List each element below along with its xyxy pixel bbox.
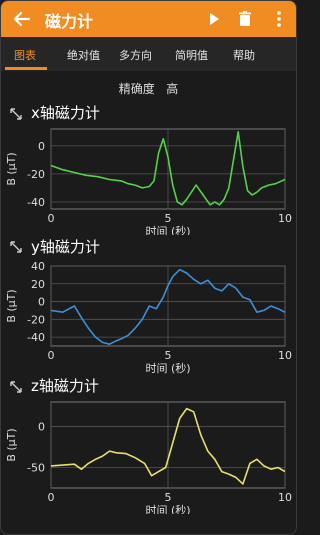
y-tick-label: 20: [31, 278, 45, 291]
x-axis-label: 时间 (秒): [145, 361, 190, 374]
chart-title-x: x轴磁力计: [31, 104, 100, 122]
tab-help[interactable]: 帮助: [233, 47, 255, 63]
y-tick-label: -20: [27, 168, 45, 181]
y-tick-label: 40: [31, 260, 45, 273]
expand-icon[interactable]: [9, 107, 23, 121]
x-axis-label: 时间 (秒): [145, 224, 190, 235]
trash-icon[interactable]: [235, 9, 255, 29]
chart-y: 40200-20-400 5 10时间 (秒)B (μT): [5, 260, 292, 374]
y-axis-label: B (μT): [5, 428, 18, 461]
app-frame: 磁力计 图表 绝对值 多方向 简明值 帮助 精确度 高 x轴磁力计 0 -20 -4…: [0, 0, 297, 535]
x-tick-label: 10: [278, 349, 292, 362]
tab-multi-direction[interactable]: 多方向: [119, 47, 152, 63]
chart-title-z: z轴磁力计: [31, 377, 99, 395]
y-tick-label: -20: [27, 313, 45, 326]
x-tick-label: 5: [165, 212, 172, 225]
y-axis-label: B (μT): [5, 289, 18, 322]
x-tick-label: 10: [278, 491, 292, 504]
app-title: 磁力计: [45, 12, 94, 31]
expand-icon[interactable]: [9, 240, 23, 254]
chart-z: 0 -50 0 5 10 时间 (秒) B (μT): [5, 401, 292, 514]
tab-simple-value[interactable]: 简明值: [175, 47, 208, 63]
y-tick-label: -40: [27, 331, 45, 344]
tab-bar: 图表 绝对值 多方向 简明值 帮助: [1, 37, 296, 71]
x-tick-label: 10: [278, 212, 292, 225]
x-tick-label: 5: [165, 491, 172, 504]
chart-x: 0-20-400 5 10时间 (秒)B (μT): [5, 128, 292, 235]
precision-label: 精确度: [118, 82, 155, 96]
x-tick-label: 5: [165, 349, 172, 362]
app-bar: 磁力计: [1, 1, 296, 37]
y-tick-label: 0: [38, 140, 45, 153]
y-tick-label: 0: [38, 296, 45, 309]
x-tick-label: 0: [48, 212, 55, 225]
precision-value: 高: [166, 82, 179, 96]
y-tick-label: 0: [38, 421, 45, 434]
y-tick-label: -50: [27, 462, 45, 475]
expand-icon[interactable]: [9, 380, 23, 394]
play-icon[interactable]: [204, 9, 224, 29]
chart-title-y: y轴磁力计: [31, 238, 100, 256]
x-tick-label: 0: [48, 491, 55, 504]
more-vert-icon[interactable]: [269, 9, 289, 29]
back-arrow-icon[interactable]: [11, 8, 33, 30]
precision-row: 精确度 高: [1, 80, 296, 97]
active-tab-indicator: [5, 67, 47, 70]
x-tick-label: 0: [48, 349, 55, 362]
y-tick-label: -40: [27, 196, 45, 209]
tab-chart[interactable]: 图表: [14, 47, 36, 63]
tab-absolute[interactable]: 绝对值: [67, 47, 100, 63]
y-axis-label: B (μT): [5, 152, 18, 185]
x-axis-label: 时间 (秒): [145, 503, 190, 514]
